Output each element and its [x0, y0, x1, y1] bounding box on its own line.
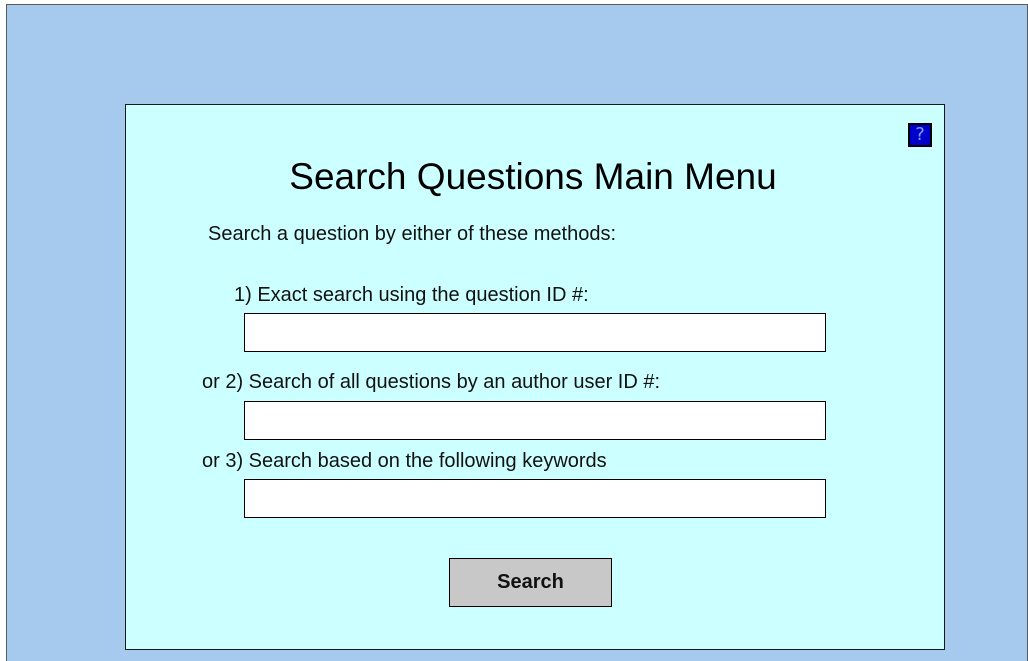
- author-id-label: or 2) Search of all questions by an auth…: [202, 371, 661, 393]
- question-id-label: 1) Exact search using the question ID #:: [234, 284, 589, 306]
- search-panel: ? Search Questions Main Menu Search a qu…: [125, 104, 945, 650]
- keywords-input[interactable]: [244, 479, 826, 518]
- intro-text: Search a question by either of these met…: [208, 223, 617, 245]
- search-button[interactable]: Search: [449, 558, 612, 607]
- question-mark-icon: ?: [915, 124, 925, 145]
- page-title: Search Questions Main Menu: [289, 156, 777, 197]
- author-id-input[interactable]: [244, 401, 826, 440]
- question-id-input[interactable]: [244, 313, 826, 352]
- page-background: ? Search Questions Main Menu Search a qu…: [6, 4, 1028, 661]
- help-button[interactable]: ?: [908, 123, 932, 147]
- keywords-label: or 3) Search based on the following keyw…: [202, 450, 607, 472]
